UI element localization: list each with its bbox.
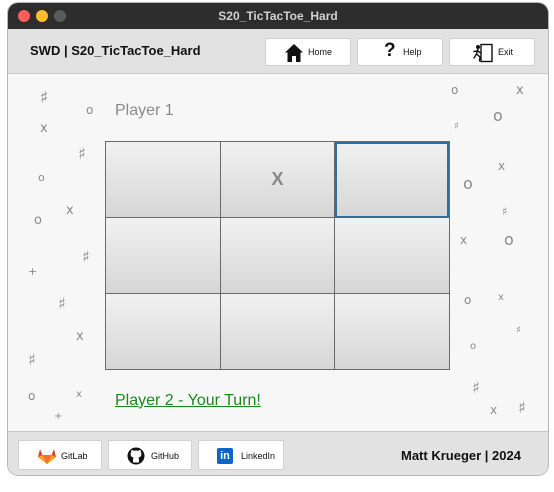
turn-status-link[interactable]: Player 2 - Your Turn! <box>115 392 261 410</box>
author-credit: Matt Krueger | 2024 <box>401 448 521 463</box>
github-icon <box>127 447 145 470</box>
exit-label: Exit <box>498 47 514 57</box>
decoration-symbol: ♯ <box>472 378 480 397</box>
board-cell-3-3[interactable] <box>335 294 449 369</box>
decoration-symbol: o <box>86 103 94 117</box>
board-cell-1-3[interactable] <box>335 142 449 218</box>
board-cell-2-3[interactable] <box>335 218 449 294</box>
decoration-symbol: o <box>28 389 36 403</box>
decoration-symbol: ♯ <box>502 205 508 218</box>
decoration-symbol: o <box>38 171 45 184</box>
current-player-label: Player 1 <box>115 102 174 119</box>
board-cell-1-2[interactable]: X <box>221 142 335 218</box>
decoration-symbol: ♯ <box>78 144 86 163</box>
help-label: Help <box>403 47 422 57</box>
decoration-symbol: x <box>498 159 506 173</box>
decoration-symbol: o <box>463 174 473 193</box>
decoration-symbol: x <box>66 203 74 218</box>
help-button[interactable]: ? Help <box>357 38 443 66</box>
window-title: S20_TicTacToe_Hard <box>218 9 338 23</box>
tic-tac-toe-board: X <box>105 141 450 370</box>
decoration-symbol: ♯ <box>518 398 526 417</box>
board-cell-3-1[interactable] <box>106 294 221 369</box>
linkedin-label: LinkedIn <box>241 451 276 461</box>
home-icon <box>284 43 304 68</box>
board-cell-2-1[interactable] <box>106 218 221 294</box>
decoration-symbol: ♯ <box>516 325 521 336</box>
github-label: GitHub <box>151 451 180 461</box>
decoration-symbol: ♯ <box>58 294 66 313</box>
question-mark-icon: ? <box>384 40 396 61</box>
board-cell-1-1[interactable] <box>106 142 221 218</box>
github-button[interactable]: GitHub <box>108 440 192 470</box>
decoration-symbol: o <box>451 83 459 97</box>
exit-door-icon <box>472 43 494 68</box>
decoration-symbol: o <box>470 341 477 352</box>
gitlab-button[interactable]: GitLab <box>18 440 102 470</box>
board-cell-2-2[interactable] <box>221 218 335 294</box>
linkedin-icon: in <box>217 448 233 464</box>
board-cell-3-2[interactable] <box>221 294 335 369</box>
decoration-symbol: x <box>490 403 498 417</box>
game-area: ♯ o x ♯ o x o + ♯ ♯ x ♯ o x + o x o ♯ x o ♯ x o o x ♯ o ♯ x ♯ Player 1… <box>8 74 548 431</box>
home-button[interactable]: Home <box>265 38 351 66</box>
decoration-symbol: x <box>76 389 82 400</box>
decoration-symbol: x <box>516 83 524 98</box>
linkedin-button[interactable]: in LinkedIn <box>198 440 284 470</box>
decoration-symbol: x <box>498 292 504 303</box>
decoration-symbol: x <box>76 329 84 344</box>
decoration-symbol: ♯ <box>40 88 49 108</box>
header-bar: SWD | S20_TicTacToe_Hard Home ? Help Exi… <box>8 29 548 74</box>
decoration-symbol: ♯ <box>454 121 459 132</box>
decoration-symbol: o <box>504 230 514 249</box>
gitlab-label: GitLab <box>61 451 88 461</box>
decoration-symbol: + <box>54 411 63 422</box>
decoration-symbol: o <box>34 213 42 228</box>
decoration-symbol: o <box>464 293 472 307</box>
decoration-symbol: ♯ <box>82 247 90 266</box>
decoration-symbol: ♯ <box>28 350 36 369</box>
title-bar: S20_TicTacToe_Hard <box>8 3 548 29</box>
gitlab-icon <box>37 447 57 470</box>
home-label: Home <box>308 47 333 57</box>
app-name: SWD | S20_TicTacToe_Hard <box>30 43 201 58</box>
decoration-symbol: o <box>493 106 503 125</box>
app-window: S20_TicTacToe_Hard SWD | S20_TicTacToe_H… <box>8 3 548 475</box>
decoration-symbol: x <box>40 121 48 136</box>
exit-button[interactable]: Exit <box>449 38 535 66</box>
decoration-symbol: + <box>28 265 38 278</box>
decoration-symbol: x <box>460 233 468 247</box>
footer-bar: GitLab GitHub in LinkedIn Matt Krueger |… <box>8 431 548 475</box>
